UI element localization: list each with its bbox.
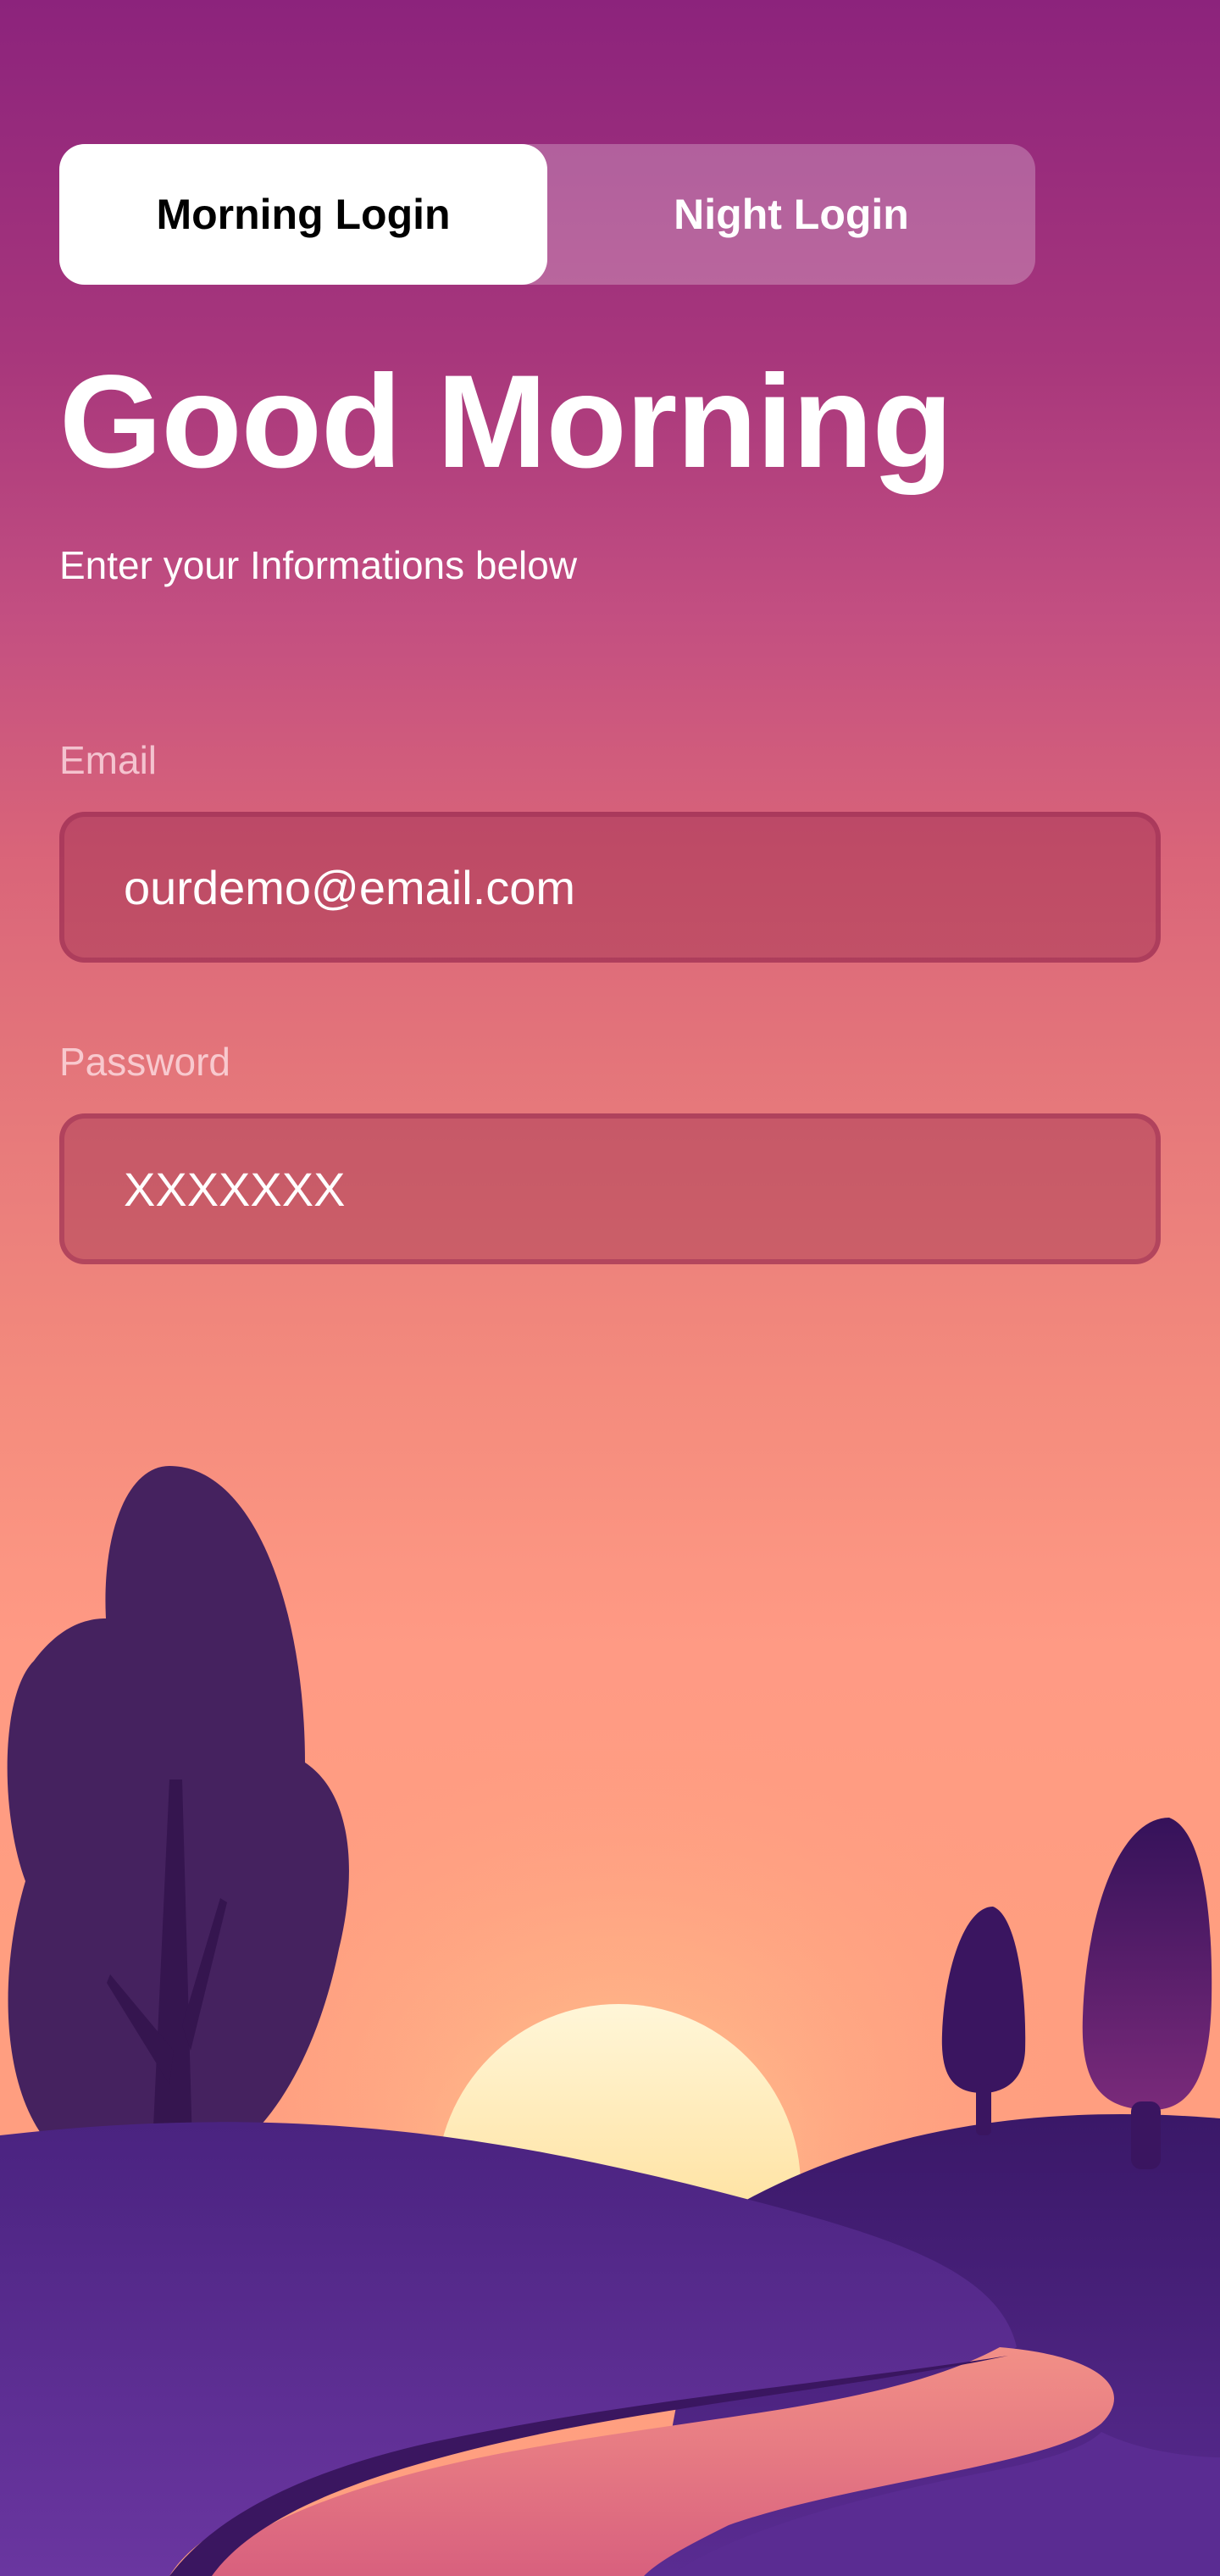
password-label: Password [59,1040,230,1084]
page-subtitle: Enter your Informations below [59,543,578,587]
sunset-landscape-illustration [0,1466,1220,2576]
night-login-tab[interactable]: Night Login [547,144,1035,285]
password-field[interactable] [64,1119,1156,1259]
password-field-box [59,1113,1161,1264]
morning-login-tab[interactable]: Morning Login [59,144,547,285]
email-field-box [59,812,1161,963]
email-field[interactable] [64,817,1156,958]
morning-login-screen: Morning Login Night Login Good Morning E… [0,0,1220,2576]
login-mode-toggle: Morning Login Night Login [59,144,1035,285]
page-title: Good Morning [59,348,953,496]
email-label: Email [59,738,158,782]
